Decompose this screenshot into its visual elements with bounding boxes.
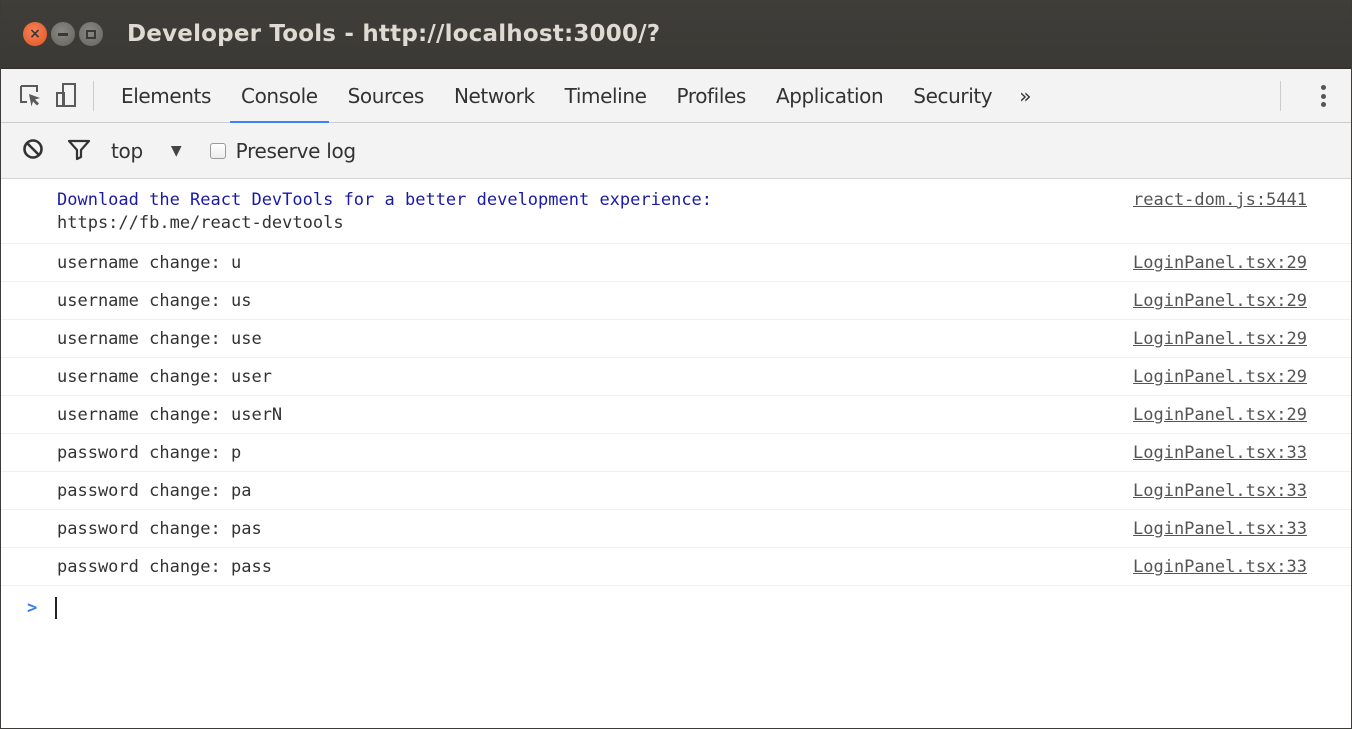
source-link[interactable]: LoginPanel.tsx:33 (1133, 557, 1307, 577)
console-messages: Download the React DevTools for a better… (1, 179, 1351, 630)
console-message: password change: pass LoginPanel.tsx:33 (1, 548, 1351, 586)
source-link[interactable]: LoginPanel.tsx:29 (1133, 329, 1307, 349)
text-caret (55, 597, 58, 619)
console-toolbar: top ▼ Preserve log (1, 123, 1351, 179)
source-link[interactable]: react-dom.js:5441 (1133, 190, 1307, 210)
message-text: password change: pass (57, 556, 272, 577)
close-icon[interactable]: × (23, 22, 47, 46)
inspect-element-icon[interactable] (13, 78, 49, 114)
console-message: username change: u LoginPanel.tsx:29 (1, 244, 1351, 282)
message-link[interactable]: https://fb.me/react-devtools (57, 213, 1307, 233)
prompt-chevron-icon: > (27, 598, 38, 618)
more-tabs-button[interactable]: » (1019, 84, 1031, 108)
message-text: username change: userN (57, 404, 283, 425)
console-message: username change: us LoginPanel.tsx:29 (1, 282, 1351, 320)
message-text: username change: u (57, 252, 242, 273)
console-message: username change: user LoginPanel.tsx:29 (1, 358, 1351, 396)
console-message: username change: use LoginPanel.tsx:29 (1, 320, 1351, 358)
devtools-window: × Developer Tools - http://localhost:300… (0, 0, 1352, 729)
message-text: Download the React DevTools for a better… (57, 190, 713, 210)
source-link[interactable]: LoginPanel.tsx:33 (1133, 481, 1307, 501)
minimize-icon[interactable] (51, 22, 75, 46)
tab-security[interactable]: Security (898, 69, 1007, 123)
console-message: Download the React DevTools for a better… (1, 179, 1351, 244)
console-message: password change: pas LoginPanel.tsx:33 (1, 510, 1351, 548)
source-link[interactable]: LoginPanel.tsx:33 (1133, 519, 1307, 539)
tab-console[interactable]: Console (226, 69, 333, 123)
source-link[interactable]: LoginPanel.tsx:29 (1133, 291, 1307, 311)
console-prompt[interactable]: > (1, 586, 1351, 630)
tab-timeline[interactable]: Timeline (550, 69, 662, 123)
toolbar-divider (1280, 81, 1281, 111)
title-bar: × Developer Tools - http://localhost:300… (1, 0, 1351, 69)
message-text: password change: pa (57, 480, 252, 501)
console-message: password change: p LoginPanel.tsx:33 (1, 434, 1351, 472)
window-title: Developer Tools - http://localhost:3000/… (127, 21, 661, 47)
source-link[interactable]: LoginPanel.tsx:29 (1133, 405, 1307, 425)
context-selector[interactable]: top (111, 139, 143, 163)
message-text: username change: user (57, 366, 272, 387)
message-text: password change: pas (57, 518, 262, 539)
maximize-icon[interactable] (79, 22, 103, 46)
device-mode-icon[interactable] (49, 78, 85, 114)
source-link[interactable]: LoginPanel.tsx:29 (1133, 367, 1307, 387)
message-text: username change: use (57, 328, 262, 349)
message-text: password change: p (57, 442, 242, 463)
devtools-tabbar: Elements Console Sources Network Timelin… (1, 69, 1351, 123)
preserve-log-checkbox[interactable] (209, 142, 226, 159)
tab-application[interactable]: Application (761, 69, 898, 123)
console-message: username change: userN LoginPanel.tsx:29 (1, 396, 1351, 434)
tab-network[interactable]: Network (439, 69, 550, 123)
message-text: username change: us (57, 290, 252, 311)
chevron-down-icon[interactable]: ▼ (171, 143, 182, 159)
preserve-log-label[interactable]: Preserve log (236, 139, 356, 163)
filter-icon[interactable] (67, 137, 91, 165)
tab-elements[interactable]: Elements (106, 69, 226, 123)
tab-sources[interactable]: Sources (333, 69, 439, 123)
tab-profiles[interactable]: Profiles (662, 69, 761, 123)
clear-console-icon[interactable] (21, 137, 45, 165)
console-message: password change: pa LoginPanel.tsx:33 (1, 472, 1351, 510)
kebab-menu-icon[interactable] (1313, 82, 1333, 110)
source-link[interactable]: LoginPanel.tsx:29 (1133, 253, 1307, 273)
source-link[interactable]: LoginPanel.tsx:33 (1133, 443, 1307, 463)
toolbar-divider (93, 80, 94, 111)
